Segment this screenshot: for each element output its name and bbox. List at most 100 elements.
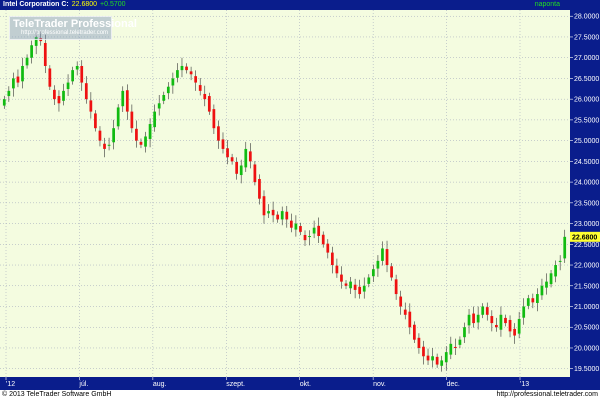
candle-body bbox=[344, 283, 348, 286]
candle-body bbox=[203, 93, 207, 100]
candle-body bbox=[43, 42, 47, 66]
candle-body bbox=[513, 328, 516, 336]
candle-body bbox=[2, 99, 6, 106]
candle-body bbox=[454, 346, 457, 348]
candle-body bbox=[358, 286, 362, 295]
last-price-label: 22.6800 bbox=[572, 234, 597, 241]
candle-body bbox=[476, 314, 480, 323]
candle-body bbox=[16, 76, 20, 83]
candle-body bbox=[526, 298, 530, 306]
candle bbox=[207, 92, 211, 115]
candle-body bbox=[244, 148, 248, 168]
candle-body bbox=[171, 78, 175, 86]
candle-body bbox=[308, 236, 311, 238]
instrument-label: Intel Corporation C: bbox=[3, 1, 69, 8]
y-tick-label: 27.5000 bbox=[574, 34, 599, 41]
candle-body bbox=[235, 161, 239, 174]
candle-body bbox=[267, 211, 270, 214]
candle-body bbox=[417, 337, 421, 348]
y-tick-label: 25.5000 bbox=[574, 117, 599, 124]
header-price: 22.6800 bbox=[71, 1, 98, 8]
candle-body bbox=[349, 281, 352, 289]
copyright-text: © 2013 TeleTrader Software GmbH bbox=[2, 391, 112, 398]
y-tick-label: 28.0000 bbox=[574, 14, 599, 21]
header-change: +0.5700 bbox=[100, 1, 126, 8]
logo-url: http://professional.teletrader.com bbox=[21, 30, 109, 36]
candle-body bbox=[431, 356, 434, 361]
candle-body bbox=[508, 319, 512, 332]
candle-body bbox=[408, 311, 412, 328]
chart-header: Intel Corporation C: 22.6800 +0.5700 napon… bbox=[0, 0, 600, 10]
y-tick-label: 21.5000 bbox=[574, 283, 599, 290]
candle-body bbox=[157, 103, 161, 109]
chart-window: 28.0000 27.5000 27.0000 26.5000 26.0000 25.50… bbox=[0, 0, 600, 400]
candle-body bbox=[472, 313, 475, 324]
candle-body bbox=[321, 234, 325, 245]
candle-body bbox=[153, 111, 157, 128]
candle-body bbox=[390, 266, 393, 278]
candle-body bbox=[303, 234, 307, 241]
candle-body bbox=[467, 314, 471, 326]
candle-body bbox=[353, 284, 357, 290]
candle-body bbox=[289, 220, 293, 228]
candle-body bbox=[125, 90, 129, 112]
y-tick-label: 24.0000 bbox=[574, 180, 599, 187]
candle-body bbox=[412, 324, 416, 340]
y-tick-label: 27.0000 bbox=[574, 55, 599, 62]
candle-body bbox=[312, 227, 316, 234]
y-tick-label: 26.0000 bbox=[574, 97, 599, 104]
candle-body bbox=[89, 100, 93, 112]
candle-body bbox=[481, 306, 485, 315]
candle-body bbox=[139, 141, 143, 145]
candle-body bbox=[48, 68, 52, 87]
candle-body bbox=[504, 317, 507, 324]
candle-body bbox=[221, 139, 225, 149]
candle-body bbox=[148, 124, 152, 139]
candle-body bbox=[563, 236, 567, 259]
teletrader-logo: TeleTrader Professional http://professio… bbox=[9, 16, 137, 40]
candle-body bbox=[162, 95, 166, 101]
x-tick-label: nov. bbox=[373, 381, 386, 388]
y-tick-label: 22.0000 bbox=[574, 263, 599, 270]
candle-body bbox=[116, 107, 120, 127]
candle-body bbox=[385, 249, 389, 266]
candle-body bbox=[189, 71, 193, 75]
x-tick-label: aug. bbox=[153, 381, 167, 388]
candle-body bbox=[458, 339, 462, 345]
interval-label[interactable]: naponta bbox=[535, 0, 560, 10]
y-tick-label: 20.5000 bbox=[574, 325, 599, 332]
candle-body bbox=[135, 128, 138, 141]
candle-body bbox=[7, 90, 11, 97]
candle-body bbox=[463, 327, 466, 338]
candle-body bbox=[212, 109, 216, 129]
candle-body bbox=[94, 113, 97, 129]
candle-body bbox=[75, 65, 79, 70]
candle-body bbox=[248, 151, 252, 162]
y-axis-panel bbox=[570, 10, 600, 377]
candle-body bbox=[262, 196, 266, 216]
candle-body bbox=[66, 82, 70, 89]
candle-body bbox=[185, 66, 188, 71]
footer-url[interactable]: http://professional.teletrader.com bbox=[496, 390, 598, 400]
y-tick-label: 21.0000 bbox=[574, 304, 599, 311]
candle-body bbox=[426, 355, 430, 361]
x-tick-label: '12 bbox=[6, 381, 15, 388]
candle-body bbox=[531, 298, 535, 303]
candle-body bbox=[57, 96, 61, 104]
candle-body bbox=[280, 211, 284, 220]
last-price-tag: 22.6800 bbox=[570, 231, 600, 242]
candle-body bbox=[422, 346, 425, 357]
candle-body bbox=[545, 281, 548, 288]
candle-body bbox=[540, 285, 544, 296]
candle-body bbox=[522, 306, 526, 318]
candle-body bbox=[226, 148, 229, 158]
candle-body bbox=[53, 89, 56, 100]
logo-name: TeleTrader Professional bbox=[13, 18, 137, 30]
candle-body bbox=[25, 57, 29, 66]
candle-body bbox=[194, 76, 198, 83]
x-tick-label: szept. bbox=[226, 381, 245, 388]
footer: © 2013 TeleTrader Software GmbH http://p… bbox=[0, 390, 600, 400]
x-tick-label: okt. bbox=[300, 381, 311, 388]
candle-body bbox=[121, 90, 125, 107]
candle-body bbox=[144, 136, 147, 147]
